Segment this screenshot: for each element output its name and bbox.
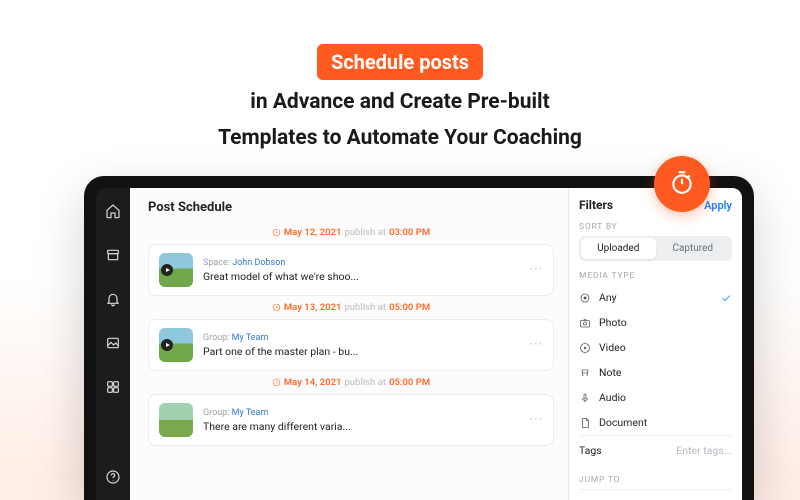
kebab-icon[interactable]: ··· <box>530 338 543 353</box>
page-title: Post Schedule <box>148 200 554 215</box>
kebab-icon[interactable]: ··· <box>530 413 543 428</box>
publish-word: publish at <box>344 302 386 313</box>
play-icon <box>161 264 173 276</box>
media-type-label: MEDIA TYPE <box>579 271 732 281</box>
post-context: Group: My Team <box>203 333 358 343</box>
schedule-date: May 14, 2021 <box>284 377 342 388</box>
timer-fab[interactable] <box>654 156 710 212</box>
media-option-video[interactable]: Video <box>579 335 732 360</box>
post-thumbnail <box>159 328 193 362</box>
jump-year-row[interactable]: Year Any <box>579 489 732 500</box>
post-card[interactable]: Group: My Team There are many different … <box>148 394 554 446</box>
media-option-document[interactable]: Document <box>579 410 732 435</box>
post-context: Group: My Team <box>203 408 351 418</box>
filters-panel: Filters Apply SORT BY Uploaded Captured … <box>568 188 742 500</box>
post-snippet: Great model of what we're shoo... <box>203 270 359 283</box>
media-option-any[interactable]: Any <box>579 285 732 310</box>
clock-icon <box>272 228 281 237</box>
hero-badge: Schedule posts <box>317 44 483 80</box>
nav-sidebar <box>96 188 130 500</box>
publish-word: publish at <box>344 377 386 388</box>
post-snippet: There are many different varia... <box>203 420 351 433</box>
tags-input[interactable]: Enter tags... <box>676 444 732 457</box>
photo-icon <box>579 317 591 329</box>
tags-label: Tags <box>579 444 602 457</box>
post-context-link[interactable]: My Team <box>232 408 269 418</box>
post-context-link[interactable]: My Team <box>232 333 269 343</box>
media-option-note[interactable]: Note <box>579 360 732 385</box>
help-icon[interactable] <box>104 468 122 486</box>
archive-icon[interactable] <box>104 246 122 264</box>
publish-word: publish at <box>344 227 386 238</box>
video-icon <box>579 342 591 354</box>
note-icon <box>579 367 591 379</box>
sort-captured[interactable]: Captured <box>656 238 731 259</box>
media-option-audio[interactable]: Audio <box>579 385 732 410</box>
tablet-frame: Post Schedule May 12, 2021 publish at 03… <box>84 176 754 500</box>
post-card[interactable]: Space: John Dobson Great model of what w… <box>148 244 554 296</box>
post-context: Space: John Dobson <box>203 258 359 268</box>
hero-line-1: in Advance and Create Pre-built <box>0 88 800 116</box>
play-icon <box>161 339 173 351</box>
screen: Post Schedule May 12, 2021 publish at 03… <box>130 188 742 500</box>
check-icon <box>720 292 732 304</box>
schedule-date-row: May 14, 2021 publish at 05:00 PM <box>148 377 554 388</box>
document-icon <box>579 417 591 429</box>
schedule-time: 03:00 PM <box>389 227 430 238</box>
home-icon[interactable] <box>104 202 122 220</box>
jump-to-label: JUMP TO <box>579 475 732 485</box>
schedule-date: May 12, 2021 <box>284 227 342 238</box>
bell-icon[interactable] <box>104 290 122 308</box>
main-panel: Post Schedule May 12, 2021 publish at 03… <box>130 188 568 500</box>
schedule-time: 05:00 PM <box>389 377 430 388</box>
hero: Schedule posts in Advance and Create Pre… <box>0 0 800 153</box>
stopwatch-icon <box>669 169 695 199</box>
sort-segmented[interactable]: Uploaded Captured <box>579 236 732 261</box>
clock-icon <box>272 378 281 387</box>
post-thumbnail <box>159 253 193 287</box>
sort-by-label: SORT BY <box>579 222 732 232</box>
clock-icon <box>272 303 281 312</box>
schedule-date: May 13, 2021 <box>284 302 342 313</box>
audio-icon <box>579 392 591 404</box>
kebab-icon[interactable]: ··· <box>530 263 543 278</box>
image-icon[interactable] <box>104 334 122 352</box>
hero-line-2: Templates to Automate Your Coaching <box>0 124 800 152</box>
schedule-time: 05:00 PM <box>389 302 430 313</box>
schedule-date-row: May 13, 2021 publish at 05:00 PM <box>148 302 554 313</box>
media-option-photo[interactable]: Photo <box>579 310 732 335</box>
post-context-link[interactable]: John Dobson <box>232 258 285 268</box>
post-snippet: Part one of the master plan - bu... <box>203 345 358 358</box>
apply-button[interactable]: Apply <box>704 199 732 212</box>
post-card[interactable]: Group: My Team Part one of the master pl… <box>148 319 554 371</box>
any-icon <box>579 292 591 304</box>
sort-uploaded[interactable]: Uploaded <box>581 238 656 259</box>
grid-icon[interactable] <box>104 378 122 396</box>
post-thumbnail <box>159 403 193 437</box>
schedule-date-row: May 12, 2021 publish at 03:00 PM <box>148 227 554 238</box>
filters-title: Filters <box>579 198 613 212</box>
